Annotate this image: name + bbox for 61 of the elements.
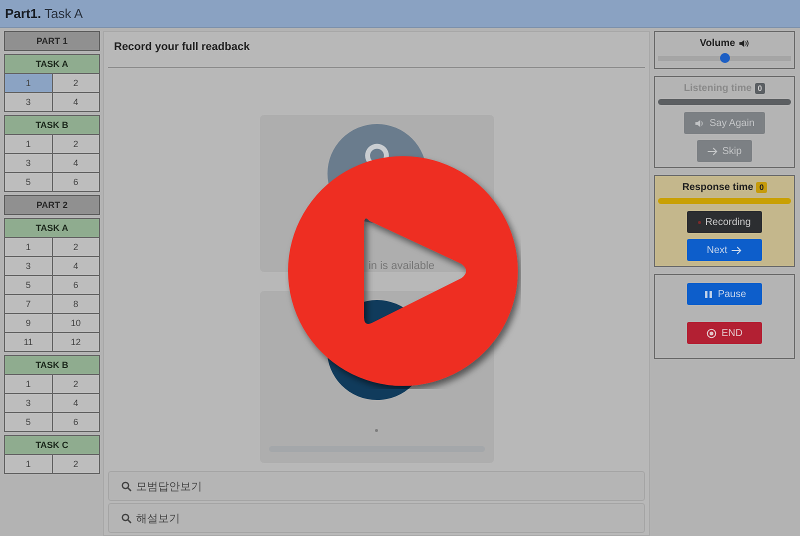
accordion-button[interactable]: 모범답안보기 <box>108 471 645 501</box>
play-button-icon[interactable] <box>285 153 521 389</box>
question-number[interactable]: 3 <box>5 394 52 412</box>
search-icon <box>121 512 132 524</box>
question-number[interactable]: 8 <box>52 295 99 313</box>
accordion-button[interactable]: 해설보기 <box>108 503 645 533</box>
question-number[interactable]: 1 <box>5 238 52 256</box>
arrow-right-icon <box>707 146 718 156</box>
search-icon <box>121 480 132 492</box>
window-title: Part1. Task A <box>5 6 83 21</box>
question-number[interactable]: 7 <box>5 295 52 313</box>
question-number[interactable]: 6 <box>52 173 99 191</box>
question-number[interactable]: 3 <box>5 93 52 111</box>
question-number[interactable]: 9 <box>5 314 52 332</box>
question-number[interactable]: 1 <box>5 375 52 393</box>
pause-button[interactable]: Pause <box>687 283 762 305</box>
question-number[interactable]: 4 <box>52 257 99 275</box>
question-number[interactable]: 2 <box>52 74 99 92</box>
question-title: Record your full readback <box>113 40 251 55</box>
task-header[interactable]: TASK A <box>5 219 99 238</box>
question-number[interactable]: 2 <box>52 455 99 473</box>
question-number[interactable]: 5 <box>5 413 52 431</box>
question-number[interactable]: 2 <box>52 375 99 393</box>
question-number[interactable]: 3 <box>5 154 52 172</box>
timer-badge: 0 <box>756 182 767 192</box>
question-number[interactable]: 1 <box>5 455 52 473</box>
task-header[interactable]: TASK A <box>5 55 99 74</box>
question-number[interactable]: 1 <box>5 74 52 92</box>
part-header[interactable]: PART 2 <box>4 195 100 215</box>
dot-icon <box>375 429 378 432</box>
question-number[interactable]: 12 <box>52 333 99 351</box>
timer-badge: 0 <box>754 82 766 94</box>
question-number[interactable]: 5 <box>5 276 52 294</box>
volume-label: Volume <box>700 38 736 48</box>
question-number[interactable]: 10 <box>52 314 99 332</box>
question-number[interactable]: 4 <box>52 394 99 412</box>
question-number[interactable]: 11 <box>5 333 52 351</box>
question-number[interactable]: 2 <box>52 135 99 153</box>
question-number[interactable]: 6 <box>52 413 99 431</box>
task-header[interactable]: TASK B <box>5 116 99 135</box>
arrow-right-icon <box>731 244 742 256</box>
stop-record-icon <box>706 328 718 338</box>
volume-slider[interactable] <box>658 53 791 63</box>
recording-button[interactable]: Recording <box>687 211 762 233</box>
end-button[interactable]: END <box>687 322 762 344</box>
question-number[interactable]: 1 <box>5 135 52 153</box>
question-number[interactable]: 4 <box>52 93 99 111</box>
task-header[interactable]: TASK B <box>5 356 99 375</box>
task-header[interactable]: TASK C <box>5 436 99 455</box>
question-number[interactable]: 3 <box>5 257 52 275</box>
question-number[interactable]: 4 <box>52 154 99 172</box>
speaker-icon <box>738 38 750 48</box>
part-header[interactable]: PART 1 <box>4 31 100 51</box>
response-label: Response time <box>682 182 754 192</box>
question-number[interactable]: 5 <box>5 173 52 191</box>
speaker-icon <box>694 118 706 128</box>
next-button[interactable]: Next <box>687 239 762 261</box>
question-number[interactable]: 6 <box>52 276 99 294</box>
record-dot-icon <box>698 220 702 224</box>
pause-icon <box>702 288 714 300</box>
question-number[interactable]: 2 <box>52 238 99 256</box>
